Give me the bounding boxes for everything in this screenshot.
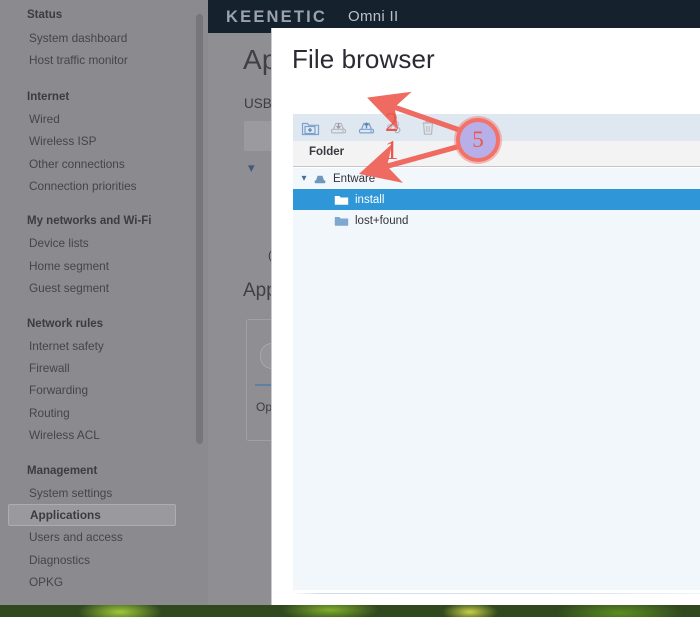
row-label: Entware [333,172,376,185]
sidebar-item-users-and-access[interactable]: Users and access [0,526,193,548]
sidebar-group-my-networks: My networks and Wi-Fi Device lists Home … [0,214,193,299]
folder-icon [333,215,350,227]
settings-icon[interactable] [381,116,407,139]
column-header-folder: Folder [309,146,345,158]
sidebar-item-guest-segment[interactable]: Guest segment [0,277,193,299]
table-row[interactable]: install [293,189,700,210]
sidebar-navigation[interactable]: Status System dashboard Host traffic mon… [0,0,193,605]
sidebar-heading-internet: Internet [27,90,70,103]
sidebar-heading-network-rules: Network rules [27,317,104,330]
sidebar-item-wired[interactable]: Wired [0,108,193,130]
sidebar-scrollbar-thumb[interactable] [196,14,203,444]
upload-icon[interactable] [353,116,379,139]
device-model-label: Omni II [348,8,399,25]
sidebar-item-device-lists[interactable]: Device lists [0,232,193,254]
usb-label: USB [244,96,272,111]
row-label: lost+found [355,214,409,227]
table-row[interactable]: lost+found [293,210,700,231]
sidebar-group-status: Status System dashboard Host traffic mon… [0,8,193,72]
sidebar-item-opkg[interactable]: OPKG [0,571,193,593]
new-folder-icon[interactable] [297,116,323,139]
chevron-down-icon[interactable]: ▾ [297,173,311,184]
row-label: install [355,193,385,206]
sidebar-item-home-segment[interactable]: Home segment [0,255,193,277]
card-label: Op [256,400,273,414]
trash-icon[interactable] [415,116,441,139]
sidebar-group-management: Management System settings Applications … [0,464,193,594]
sidebar-item-system-settings[interactable]: System settings [0,482,193,504]
sidebar-item-routing[interactable]: Routing [0,402,193,424]
file-browser-toolbar [293,114,700,141]
sidebar-item-wireless-isp[interactable]: Wireless ISP [0,130,193,152]
folder-icon [333,194,350,206]
drive-icon [311,173,328,185]
table-row[interactable]: ▾ Entware [293,168,700,189]
file-list[interactable]: ▾ Entware install lost+found [293,168,700,590]
dialog-footer-divider [293,593,700,594]
chevron-down-icon[interactable]: ▾ [248,161,262,175]
sidebar-item-firewall[interactable]: Firewall [0,357,193,379]
sidebar-heading-status: Status [27,9,63,21]
sidebar-heading-my-networks: My networks and Wi-Fi [27,215,152,228]
sidebar-item-connection-priorities[interactable]: Connection priorities [0,175,193,197]
file-browser-dialog: File browser Folder ▾ Entware install lo… [271,28,700,605]
keenetic-logo: KEENETIC [226,8,328,26]
sidebar-item-other-connections[interactable]: Other connections [0,153,193,175]
file-list-column-header: Folder [293,141,700,167]
sidebar-item-internet-safety[interactable]: Internet safety [0,335,193,357]
sidebar-heading-management: Management [27,464,98,477]
sidebar-item-forwarding[interactable]: Forwarding [0,379,193,401]
sidebar-group-network-rules: Network rules Internet safety Firewall F… [0,317,193,447]
dialog-title: File browser [292,44,435,74]
sidebar-group-internet: Internet Wired Wireless ISP Other connec… [0,90,193,198]
sidebar-item-diagnostics[interactable]: Diagnostics [0,549,193,571]
sidebar-item-wireless-acl[interactable]: Wireless ACL [0,424,193,446]
download-icon[interactable] [325,116,351,139]
sidebar-item-system-dashboard[interactable]: System dashboard [0,27,193,49]
sidebar-item-applications[interactable]: Applications [8,504,176,527]
sidebar-item-host-traffic-monitor[interactable]: Host traffic monitor [0,49,193,71]
